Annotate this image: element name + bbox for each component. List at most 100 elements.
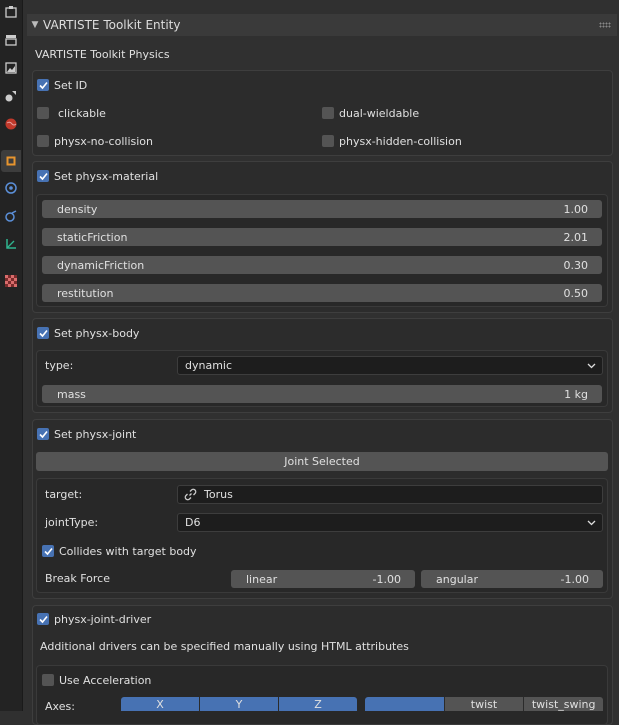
dual-wieldable-toggle[interactable]: dual-wieldable: [322, 105, 419, 121]
target-label: target:: [45, 488, 83, 501]
mode-label: twist_swing: [531, 698, 596, 711]
use-acceleration-toggle[interactable]: Use Acceleration: [42, 672, 151, 688]
physx-hidden-collision-label: physx-hidden-collision: [339, 134, 462, 148]
tab-output[interactable]: [1, 57, 21, 79]
object-data-icon: [6, 239, 16, 249]
tab-scene[interactable]: [1, 113, 21, 135]
axis-label: X: [156, 698, 164, 711]
set-physx-material-toggle[interactable]: Set physx-material: [37, 168, 158, 184]
tool-icon: [5, 6, 17, 18]
button-label: Joint Selected: [284, 455, 360, 468]
angular-field[interactable]: angular -1.00: [421, 570, 603, 588]
properties-tab-bar: [0, 0, 23, 711]
checkbox[interactable]: [37, 428, 49, 440]
set-id-label: Set ID: [54, 78, 88, 92]
mode-option-selected[interactable]: [365, 697, 445, 711]
collapse-arrow-icon[interactable]: ▼: [27, 20, 43, 30]
physx-joint-driver-label: physx-joint-driver: [54, 612, 152, 626]
tab-object-data[interactable]: [1, 233, 21, 255]
field-value: -1.00: [560, 572, 589, 586]
checkbox[interactable]: [42, 545, 54, 557]
drag-handle-icon[interactable]: [599, 22, 611, 28]
dynamic-friction-field[interactable]: dynamicFriction 0.30: [42, 256, 602, 274]
driver-note: Additional drivers can be specified manu…: [40, 640, 409, 653]
panel-header[interactable]: ▼ VARTISTE Toolkit Entity: [27, 14, 617, 36]
clickable-toggle[interactable]: clickable: [37, 105, 106, 121]
select-value: D6: [185, 516, 201, 529]
properties-editor: ▼ VARTISTE Toolkit Entity VARTISTE Toolk…: [23, 0, 619, 725]
mass-field[interactable]: mass 1 kg: [42, 385, 602, 403]
chevron-down-icon: [587, 363, 596, 368]
field-label: restitution: [57, 286, 114, 300]
axis-z-toggle[interactable]: Z: [279, 697, 357, 711]
target-value: Torus: [204, 488, 233, 501]
axes-segmented-control: X Y Z: [121, 697, 357, 711]
physx-no-collision-label: physx-no-collision: [54, 134, 153, 148]
field-label: dynamicFriction: [57, 258, 145, 272]
physics-icon: [5, 182, 17, 194]
set-physx-body-label: Set physx-body: [54, 326, 140, 340]
tab-view-layer[interactable]: [1, 85, 21, 107]
set-physx-material-label: Set physx-material: [54, 169, 159, 183]
world-icon: [5, 118, 17, 130]
chevron-down-icon: [587, 520, 596, 525]
set-id-toggle[interactable]: Set ID: [37, 77, 87, 93]
checkbox[interactable]: [42, 674, 54, 686]
checkbox[interactable]: [37, 327, 49, 339]
axis-x-toggle[interactable]: X: [121, 697, 200, 711]
linear-field[interactable]: linear -1.00: [231, 570, 415, 588]
axis-y-toggle[interactable]: Y: [200, 697, 279, 711]
checkbox[interactable]: [322, 135, 334, 147]
joint-selected-button[interactable]: Joint Selected: [36, 452, 608, 471]
output-icon: [5, 62, 17, 74]
checkbox[interactable]: [37, 107, 49, 119]
tab-constraints[interactable]: [1, 205, 21, 227]
axis-label: Y: [235, 698, 243, 711]
object-icon: [6, 156, 16, 166]
tab-render[interactable]: [1, 29, 21, 51]
link-icon: [184, 488, 197, 501]
mode-option-twist[interactable]: twist: [444, 697, 525, 711]
axes-label: Axes:: [45, 700, 75, 713]
collides-with-target-toggle[interactable]: Collides with target body: [42, 543, 197, 559]
dual-wieldable-label: dual-wieldable: [339, 106, 420, 120]
modes-segmented-control: twist twist_swing: [365, 697, 603, 711]
type-label: type:: [45, 359, 74, 372]
field-label: linear: [246, 572, 278, 586]
checkbox[interactable]: [37, 613, 49, 625]
field-value: 1.00: [563, 202, 589, 216]
set-physx-body-toggle[interactable]: Set physx-body: [37, 325, 139, 341]
checkbox[interactable]: [37, 135, 49, 147]
render-icon: [5, 35, 17, 46]
checkbox[interactable]: [37, 170, 49, 182]
physx-hidden-collision-toggle[interactable]: physx-hidden-collision: [322, 133, 462, 149]
physx-no-collision-toggle[interactable]: physx-no-collision: [37, 133, 153, 149]
tab-tool[interactable]: [1, 1, 21, 23]
joint-type-select[interactable]: D6: [177, 513, 603, 532]
body-type-select[interactable]: dynamic: [177, 356, 603, 375]
texture-icon: [5, 275, 17, 287]
checkbox[interactable]: [37, 79, 49, 91]
checkbox[interactable]: [322, 107, 334, 119]
collides-label: Collides with target body: [59, 544, 197, 558]
static-friction-field[interactable]: staticFriction 2.01: [42, 228, 602, 246]
density-field[interactable]: density 1.00: [42, 200, 602, 218]
target-field[interactable]: Torus: [177, 485, 603, 504]
tab-object[interactable]: [1, 150, 21, 172]
clickable-label: clickable: [58, 106, 106, 120]
field-label: mass: [57, 387, 86, 401]
set-physx-joint-toggle[interactable]: Set physx-joint: [37, 426, 136, 442]
select-value: dynamic: [185, 359, 233, 372]
field-label: staticFriction: [57, 230, 128, 244]
use-acceleration-label: Use Acceleration: [59, 673, 152, 687]
restitution-field[interactable]: restitution 0.50: [42, 284, 602, 302]
break-force-label: Break Force: [45, 572, 110, 585]
mode-option-twist-swing[interactable]: twist_swing: [524, 697, 603, 711]
mode-label: twist: [470, 698, 498, 711]
field-value: 0.30: [563, 258, 589, 272]
axis-label: Z: [314, 698, 322, 711]
set-physx-joint-label: Set physx-joint: [54, 427, 137, 441]
physx-joint-driver-toggle[interactable]: physx-joint-driver: [37, 611, 151, 627]
tab-physics[interactable]: [1, 177, 21, 199]
tab-texture[interactable]: [1, 270, 21, 292]
